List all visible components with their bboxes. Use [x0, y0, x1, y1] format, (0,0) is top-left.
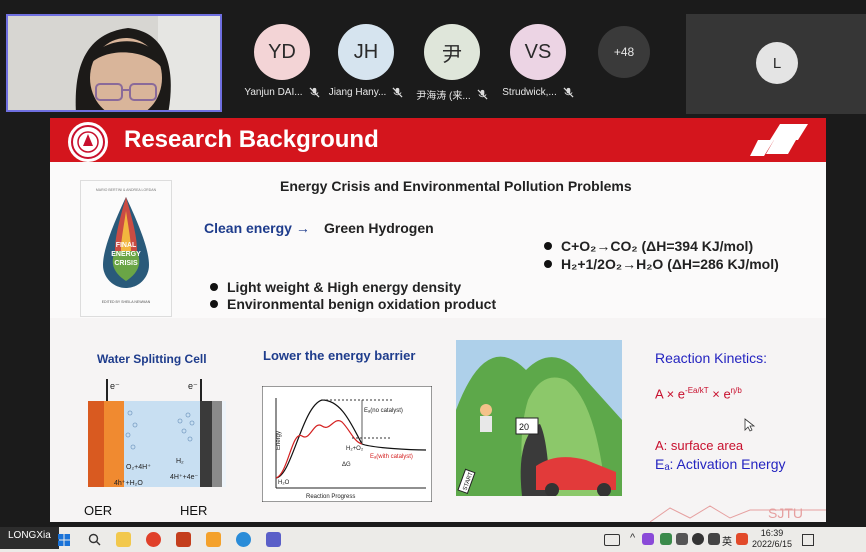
bullet-icon: [544, 242, 552, 251]
oer-label: OER: [84, 503, 112, 518]
ime-language[interactable]: 英: [722, 533, 732, 548]
avatar: JH: [338, 24, 394, 80]
mountain-cartoon: 20 START: [456, 340, 622, 496]
h2o-label: H₂O: [278, 480, 290, 486]
self-name-label: LONGXia: [0, 527, 59, 549]
reaction-item: C+O₂→CO₂ (ΔH=394 KJ/mol): [544, 238, 753, 254]
water-cell-label: Water Splitting Cell: [97, 352, 207, 366]
mic-muted-icon: [563, 87, 574, 98]
avatar: L: [756, 42, 798, 84]
dg-label: ΔG: [342, 462, 351, 468]
tray-app-icon[interactable]: [736, 533, 748, 545]
electron-label: e⁻: [188, 381, 198, 391]
slide-title: Research Background: [124, 126, 379, 153]
sjtu-logo: [68, 122, 108, 162]
avatar: VS: [510, 24, 566, 80]
app-icon[interactable]: [206, 532, 221, 547]
kinetics-formula: A × e-Ea/kT × eη/b: [655, 386, 742, 402]
x-axis-label: Reaction Progress: [306, 494, 355, 500]
book-title-1: FINAL: [116, 242, 137, 249]
book-cover: MARIO BERTINI & ANDREA LORDAN FINAL ENER…: [80, 180, 172, 317]
notifications-icon[interactable]: [802, 534, 814, 546]
green-hydrogen-label: Green Hydrogen: [324, 220, 434, 236]
clock-date: 2022/6/15: [752, 539, 793, 549]
reaction-item: H₂+1/2O₂→H₂O (ΔH=286 KJ/mol): [544, 256, 779, 272]
chrome-icon[interactable]: [146, 532, 161, 547]
participant-name: Jiang Hany...: [328, 87, 387, 98]
h4e-label: 4H⁺+4e⁻: [170, 474, 199, 481]
participant-name: 尹海涛 (来...: [416, 91, 471, 102]
slide-subtitle: Energy Crisis and Environmental Pollutio…: [280, 178, 632, 194]
file-explorer-icon[interactable]: [116, 532, 131, 547]
bullet-item: Light weight & High energy density: [210, 279, 461, 295]
cursor-icon: [744, 418, 756, 432]
search-icon[interactable]: [88, 533, 101, 546]
keyboard-icon[interactable]: [604, 534, 620, 546]
bullet-icon: [544, 260, 552, 269]
book-title-2: ENERGY: [111, 251, 141, 258]
avatar: YD: [254, 24, 310, 80]
clean-energy-label: Clean energy →: [204, 220, 310, 236]
water-splitting-diagram: e⁻ e⁻ O₂+4H⁺ 4h⁺+H₂O H₂ 4H⁺+4e⁻ OER HER: [84, 379, 226, 518]
energy-barrier-label: Lower the energy barrier: [263, 348, 416, 363]
energy-diagram: Energy Reaction Progress Eₐ(no catalyst)…: [262, 386, 432, 502]
o2-label: O₂+4H⁺: [126, 464, 151, 471]
tray-app-icon[interactable]: [660, 533, 672, 545]
h2o2-label: H₂+O₂: [346, 446, 364, 452]
h2o-label: 4h⁺+H₂O: [114, 480, 143, 487]
powerpoint-icon[interactable]: [176, 532, 191, 547]
participant-name: Strudwick,...: [502, 87, 557, 98]
chevron-up-icon[interactable]: ^: [630, 532, 635, 544]
her-label: HER: [180, 503, 207, 518]
shared-slide: Research Background MARIO BERTINI & ANDR…: [50, 118, 826, 522]
clock[interactable]: 16:39 2022/6/15: [752, 528, 792, 550]
corner-logo: [750, 124, 808, 156]
person-video: [8, 16, 220, 110]
participant-name: Yanjun DAI...: [244, 87, 303, 98]
windows-start-icon[interactable]: [58, 534, 70, 546]
wifi-icon[interactable]: [692, 533, 704, 545]
self-video-tile[interactable]: [6, 14, 222, 112]
kinetics-title: Reaction Kinetics:: [655, 350, 768, 366]
h2-label: H₂: [176, 458, 184, 465]
volume-icon[interactable]: [708, 533, 720, 545]
a-definition: A: surface area: [655, 438, 744, 453]
sign-number: 20: [519, 422, 529, 432]
teams-icon[interactable]: [266, 532, 281, 547]
tray-app-icon[interactable]: [642, 533, 654, 545]
with-catalyst-label: Eₐ(with catalyst): [370, 454, 413, 460]
electron-label: e⁻: [110, 381, 120, 391]
avatar: 尹: [424, 24, 480, 80]
edge-icon[interactable]: [236, 532, 251, 547]
clock-time: 16:39: [760, 528, 784, 538]
y-axis-label: Energy: [276, 431, 282, 450]
more-participants-button[interactable]: +48: [598, 26, 650, 78]
ea-definition: Eₐ: Activation Energy: [655, 456, 786, 472]
participant-tile-large[interactable]: L: [686, 14, 866, 114]
watermark-text: SJTU: [768, 505, 803, 521]
book-title-3: CRISIS: [114, 260, 138, 267]
battery-icon[interactable]: [676, 533, 688, 545]
book-author: MARIO BERTINI & ANDREA LORDAN: [96, 188, 157, 192]
sjtu-watermark: SJTU: [650, 505, 826, 522]
no-catalyst-label: Eₐ(no catalyst): [364, 408, 403, 414]
bullet-icon: [210, 283, 218, 292]
participant-tile[interactable]: VS Strudwick,...: [478, 24, 598, 98]
bullet-icon: [210, 300, 218, 309]
bullet-item: Environmental benign oxidation product: [210, 296, 496, 312]
book-editor: EDITED BY SHEILA NEWMAN: [102, 300, 151, 304]
